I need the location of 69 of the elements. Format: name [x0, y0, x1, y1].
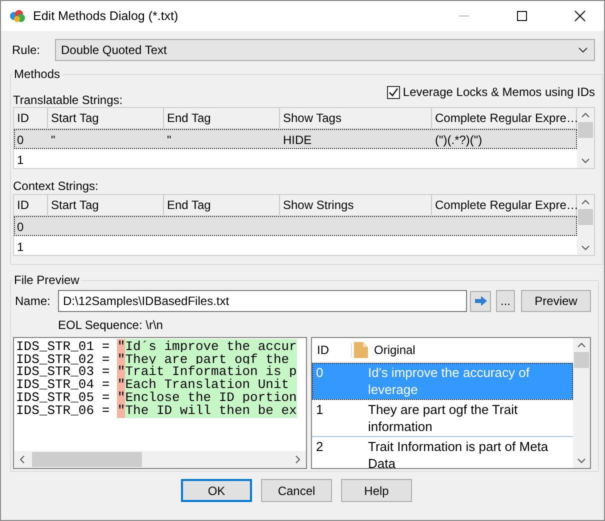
close-icon[interactable]	[574, 10, 586, 22]
table-cell-text: Id's improve the accuracy of leverage	[368, 364, 530, 398]
scroll-down-icon[interactable]	[581, 158, 590, 164]
preview-button[interactable]: Preview	[521, 290, 591, 312]
table-cell-text: 1	[315, 401, 324, 419]
vertical-scrollbar[interactable]	[577, 108, 594, 168]
column-header[interactable]: ID	[312, 343, 352, 357]
column-header[interactable]: End Tag	[164, 195, 280, 215]
document-icon	[354, 342, 368, 358]
scroll-down-icon[interactable]	[577, 458, 586, 464]
section-label: Context Strings:	[13, 179, 100, 193]
column-header[interactable]: Show Tags	[280, 108, 432, 128]
window-title: Edit Methods Dialog (*.txt)	[33, 9, 180, 23]
table-cell-text: "	[166, 132, 172, 149]
table-cell-text: 0	[16, 219, 25, 236]
maximize-icon[interactable]	[516, 10, 528, 22]
dialog-button[interactable]: Help	[341, 479, 412, 502]
scroll-up-icon[interactable]	[581, 199, 590, 205]
section-label: Translatable Strings:	[13, 93, 123, 107]
grid-row[interactable]: 0 " " HIDE (")(.*?)(")	[14, 129, 577, 149]
column-header[interactable]: End Tag	[164, 108, 280, 128]
scroll-up-icon[interactable]	[577, 342, 586, 348]
table-cell-text: They are part ogf the Trait information	[368, 401, 519, 435]
scroll-left-icon[interactable]	[19, 455, 25, 464]
table-cell-text: 2	[315, 438, 324, 456]
table-cell-text: 1	[16, 239, 25, 255]
app-logo-icon	[9, 9, 27, 23]
table-cell-text: HIDE	[282, 132, 313, 149]
grid-row[interactable]: 0	[14, 216, 577, 236]
group-title: File Preview	[13, 273, 80, 287]
file-path-field[interactable]: D:\12Samples\IDBasedFiles.txt	[58, 290, 467, 312]
column-header[interactable]: Show Strings	[280, 195, 432, 215]
scroll-thumb[interactable]	[578, 122, 593, 138]
rule-label: Rule:	[11, 43, 42, 57]
column-header[interactable]: ID	[14, 195, 48, 215]
arrow-right-icon	[474, 295, 488, 307]
table-cell-text: 1	[16, 152, 25, 168]
chevron-down-icon	[578, 47, 588, 53]
scroll-up-icon[interactable]	[581, 112, 590, 118]
column-header[interactable]: Start Tag	[48, 108, 164, 128]
code-line: IDS_STR_06 = "The ID will then be ex	[16, 404, 298, 418]
table-cell-text: "	[50, 132, 56, 149]
table-cell-text: 0	[16, 132, 25, 149]
scroll-thumb[interactable]	[574, 352, 589, 368]
group-title: Methods	[13, 67, 62, 81]
scroll-thumb[interactable]	[32, 452, 142, 467]
table-cell-text: (")(.*?)(")	[434, 132, 484, 149]
name-label: Name:	[14, 294, 52, 308]
table-cell-text: Trait Information is part of Meta Data	[368, 438, 550, 468]
scroll-thumb[interactable]	[578, 209, 593, 225]
scroll-down-icon[interactable]	[581, 245, 590, 251]
rule-dropdown[interactable]: Double Quoted Text	[55, 39, 595, 61]
browse-button[interactable]: ...	[496, 290, 515, 312]
column-header[interactable]: Start Tag	[48, 195, 164, 215]
dialog-button[interactable]: Cancel	[261, 479, 332, 502]
vertical-scrollbar[interactable]	[573, 338, 590, 468]
checkbox[interactable]	[386, 86, 400, 98]
scroll-right-icon[interactable]	[295, 455, 301, 464]
vertical-scrollbar[interactable]	[577, 195, 594, 255]
grid-row[interactable]: 1	[14, 149, 577, 168]
column-header[interactable]: ID	[14, 108, 48, 128]
column-header[interactable]: Original	[374, 343, 416, 357]
grid-row[interactable]: 1	[14, 236, 577, 255]
checkbox-label: Leverage Locks & Memos using IDs	[402, 85, 595, 99]
table-cell-text: 0	[315, 364, 324, 382]
go-button[interactable]	[470, 290, 491, 312]
dialog-button[interactable]: OK	[181, 479, 252, 502]
eol-sequence-label: EOL Sequence: \r\n	[58, 318, 164, 332]
horizontal-scrollbar[interactable]	[14, 451, 306, 468]
